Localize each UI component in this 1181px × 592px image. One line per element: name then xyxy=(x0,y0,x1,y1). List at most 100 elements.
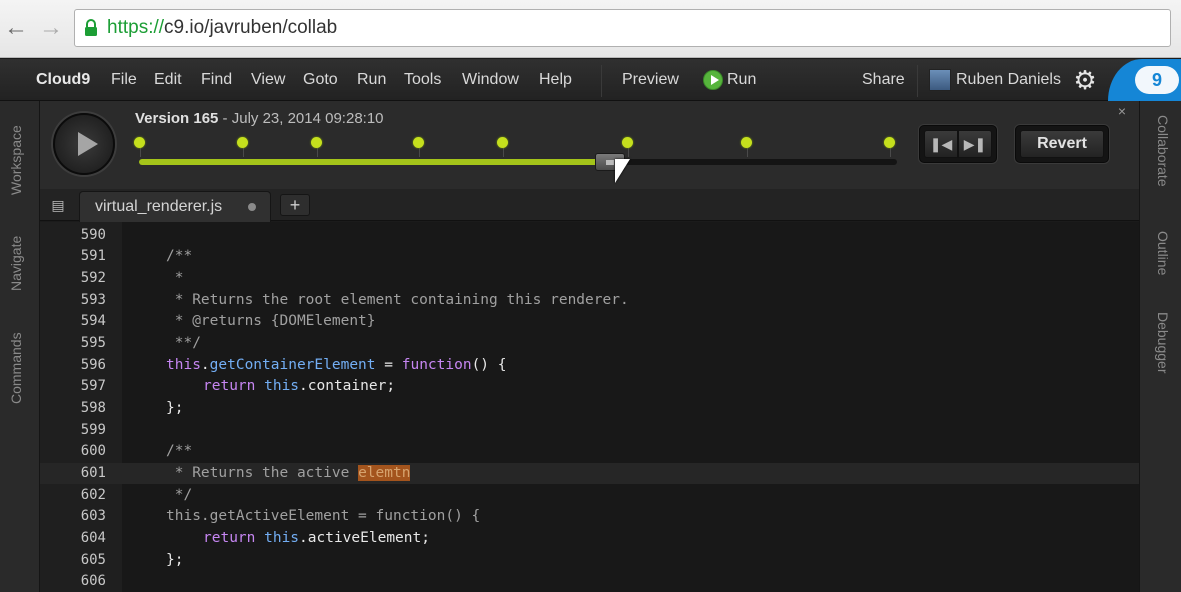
revision-marker[interactable] xyxy=(237,137,248,148)
tab-modified-icon[interactable] xyxy=(248,203,256,211)
share-button[interactable]: Share xyxy=(862,59,905,101)
user-name[interactable]: Ruben Daniels xyxy=(956,59,1061,101)
code-line: return this.activeElement; xyxy=(203,528,430,549)
preview-button[interactable]: Preview xyxy=(622,59,679,101)
avatar[interactable] xyxy=(929,69,951,91)
revert-button-frame: Revert xyxy=(1015,125,1109,163)
back-arrow-icon[interactable]: ← xyxy=(4,14,28,42)
cloud9-cloud-icon: 9 xyxy=(1135,66,1179,94)
code-token: this xyxy=(264,378,300,394)
line-number: 602 xyxy=(80,487,106,503)
code-token: . xyxy=(200,357,210,373)
line-number: 591 xyxy=(80,248,106,264)
menu-divider xyxy=(601,65,602,97)
workspace-panel-tab[interactable]: Workspace xyxy=(8,125,24,195)
debugger-panel-tab[interactable]: Debugger xyxy=(1155,312,1171,374)
code-line: /** xyxy=(166,443,193,459)
close-timeline-icon[interactable]: × xyxy=(1115,103,1129,119)
code-token: return xyxy=(203,378,265,394)
code-line: }; xyxy=(166,400,184,416)
line-number: 606 xyxy=(80,573,106,589)
menu-tools[interactable]: Tools xyxy=(404,59,441,101)
revision-marker-stem xyxy=(628,147,629,157)
run-button[interactable]: Run xyxy=(727,59,756,101)
revert-button[interactable]: Revert xyxy=(1020,130,1104,158)
browser-toolbar: ← → https://c9.io/javruben/collab xyxy=(0,0,1181,58)
cloud9-brand[interactable]: Cloud9 xyxy=(36,59,90,101)
address-bar[interactable]: https://c9.io/javruben/collab xyxy=(74,9,1171,47)
menu-file[interactable]: File xyxy=(111,59,137,101)
line-number: 594 xyxy=(80,313,106,329)
line-number: 605 xyxy=(80,552,106,568)
menu-window[interactable]: Window xyxy=(462,59,519,101)
add-tab-button[interactable]: + xyxy=(280,194,310,216)
code-token: .container; xyxy=(299,378,396,394)
code-editor[interactable]: 590 591 592 593 594 595 596 597 598 599 … xyxy=(40,222,1139,592)
code-token: * Returns the active xyxy=(166,465,359,481)
commands-panel-tab[interactable]: Commands xyxy=(8,332,24,404)
code-line: /** xyxy=(166,248,193,264)
toggle-panel-icon[interactable]: ▤ xyxy=(47,196,69,214)
code-token: return xyxy=(203,530,265,546)
code-line: this.getActiveElement = function() { xyxy=(166,508,481,524)
revision-marker[interactable] xyxy=(134,137,145,148)
url-protocol: https:// xyxy=(107,17,165,38)
revision-marker[interactable] xyxy=(884,137,895,148)
menu-edit[interactable]: Edit xyxy=(154,59,182,101)
revision-step-controls: ❚◀ ▶❚ xyxy=(919,125,997,163)
code-token: = xyxy=(375,357,402,373)
line-number: 592 xyxy=(80,270,106,286)
revision-marker-stem xyxy=(890,147,891,157)
next-revision-icon[interactable]: ▶❚ xyxy=(958,130,992,158)
run-play-icon[interactable] xyxy=(703,70,723,90)
code-token: getContainerElement xyxy=(209,357,376,373)
mouse-pointer-icon xyxy=(615,159,630,183)
revision-marker-stem xyxy=(747,147,748,157)
code-line: */ xyxy=(166,487,193,503)
line-number: 598 xyxy=(80,400,106,416)
menu-view[interactable]: View xyxy=(251,59,285,101)
outline-panel-tab[interactable]: Outline xyxy=(1155,231,1171,275)
version-info: Version 165 - July 23, 2014 09:28:10 xyxy=(135,110,384,127)
code-token: this xyxy=(264,530,300,546)
revision-marker[interactable] xyxy=(741,137,752,148)
code-line: return this.container; xyxy=(203,376,395,397)
file-tab-label: virtual_renderer.js xyxy=(95,198,223,215)
code-line: * Returns the active elemtn xyxy=(166,463,411,484)
revision-marker[interactable] xyxy=(497,137,508,148)
menu-goto[interactable]: Goto xyxy=(303,59,338,101)
timeline-progress xyxy=(139,159,609,165)
code-line: * @returns {DOMElement} xyxy=(166,313,376,329)
line-number: 593 xyxy=(80,292,106,308)
line-number: 600 xyxy=(80,443,106,459)
code-token: function xyxy=(401,357,472,373)
menu-divider xyxy=(917,65,918,97)
code-line: }; xyxy=(166,552,184,568)
revision-marker[interactable] xyxy=(311,137,322,148)
revision-marker-stem xyxy=(140,147,141,157)
revision-marker[interactable] xyxy=(413,137,424,148)
menu-find[interactable]: Find xyxy=(201,59,232,101)
version-number: Version 165 xyxy=(135,110,219,127)
navigate-panel-tab[interactable]: Navigate xyxy=(8,236,24,291)
menu-help[interactable]: Help xyxy=(539,59,572,101)
menu-run[interactable]: Run xyxy=(357,59,386,101)
lock-icon xyxy=(85,19,97,36)
code-token: .activeElement; xyxy=(299,530,430,546)
line-number: 595 xyxy=(80,335,106,351)
collaborate-panel-tab[interactable]: Collaborate xyxy=(1155,115,1171,187)
previous-revision-icon[interactable]: ❚◀ xyxy=(924,130,958,158)
code-line: * xyxy=(166,270,184,286)
revision-marker-stem xyxy=(419,147,420,157)
gear-icon[interactable]: ⚙ xyxy=(1071,66,1099,94)
line-number: 597 xyxy=(80,378,106,394)
forward-arrow-icon[interactable]: → xyxy=(39,14,63,42)
revision-marker-stem xyxy=(243,147,244,157)
code-line: this.getContainerElement = function() { xyxy=(166,355,507,376)
revision-marker[interactable] xyxy=(622,137,633,148)
url-path: c9.io/javruben/collab xyxy=(164,17,338,38)
revision-marker-stem xyxy=(317,147,318,157)
search-match-highlight: elemtn xyxy=(358,465,411,481)
play-revisions-button[interactable] xyxy=(53,113,115,175)
file-tab[interactable]: virtual_renderer.js xyxy=(79,191,271,222)
